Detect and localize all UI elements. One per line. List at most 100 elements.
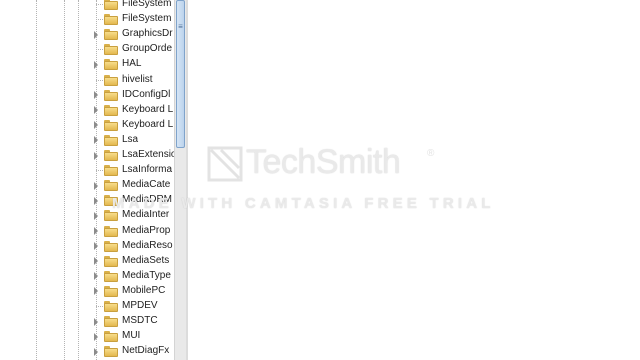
expand-arrow-icon[interactable] <box>93 257 99 266</box>
folder-icon <box>104 331 118 343</box>
folder-icon <box>104 316 118 328</box>
registry-key-label: MPDEV <box>122 300 158 311</box>
folder-icon <box>104 119 118 131</box>
tree-connector <box>96 4 103 5</box>
registry-key-item[interactable]: IDConfigDl <box>0 88 174 103</box>
tree-connector <box>96 19 103 21</box>
expand-arrow-icon[interactable] <box>93 287 99 296</box>
registry-key-label: hivelist <box>122 73 153 85</box>
registry-key-label: Keyboard L <box>122 118 174 130</box>
registry-key-label: LsaExtensio <box>122 149 174 160</box>
registry-key-label: MediaInter <box>122 209 170 221</box>
registry-key-label: MediaDRM <box>122 194 173 206</box>
folder-icon <box>104 150 118 161</box>
folder-icon <box>104 240 118 252</box>
tree-connector <box>96 79 103 81</box>
scrollbar-thumb[interactable]: ≡ <box>176 0 185 148</box>
expand-arrow-icon[interactable] <box>93 91 99 100</box>
registry-key-item[interactable]: MediaProp <box>0 224 174 239</box>
registry-key-item[interactable]: MediaInter <box>0 208 174 223</box>
folder-icon <box>104 285 118 297</box>
expand-arrow-icon[interactable] <box>93 227 99 236</box>
expand-arrow-icon[interactable] <box>93 181 99 190</box>
registry-key-item[interactable]: GroupOrde <box>0 42 174 57</box>
registry-key-label: Lsa <box>122 133 139 145</box>
expand-arrow-icon[interactable] <box>93 151 99 160</box>
registry-key-item[interactable]: Lsa <box>0 133 174 148</box>
expand-arrow-icon[interactable] <box>93 136 99 145</box>
registry-key-item[interactable]: MPDEV <box>0 299 174 314</box>
registry-key-label: MSDTC <box>122 315 158 327</box>
expand-arrow-icon[interactable] <box>93 317 99 326</box>
registry-key-item[interactable]: Keyboard L <box>0 118 174 133</box>
registry-key-item[interactable]: MobilePC <box>0 284 174 299</box>
registry-key-label: GroupOrde <box>122 43 173 55</box>
folder-icon <box>104 59 118 71</box>
expand-arrow-icon[interactable] <box>93 272 99 281</box>
registry-key-item[interactable]: MediaDRM <box>0 193 174 208</box>
folder-icon <box>104 225 118 237</box>
registry-key-item[interactable]: MSDTC <box>0 314 174 329</box>
registry-key-label: Keyboard L <box>122 103 174 115</box>
registry-tree-pane[interactable]: FileSystem FileSystem GraphicsDr GroupOrde H… <box>0 0 174 360</box>
registry-key-item[interactable]: GraphicsDr <box>0 27 174 42</box>
registry-key-label: LsaInforma <box>122 164 173 176</box>
registry-key-label: HAL <box>122 58 142 70</box>
folder-icon <box>104 255 118 267</box>
registry-key-item[interactable]: MediaCate <box>0 178 174 193</box>
folder-icon <box>104 301 118 312</box>
registry-key-item[interactable]: LsaExtensio <box>0 148 174 163</box>
expand-arrow-icon[interactable] <box>93 332 99 341</box>
registry-key-item[interactable]: MediaType <box>0 269 174 284</box>
registry-key-label: MediaSets <box>122 254 170 266</box>
expand-arrow-icon[interactable] <box>93 60 99 69</box>
registry-key-item[interactable]: hivelist <box>0 73 174 88</box>
folder-icon <box>104 44 118 56</box>
registry-key-label: NetDiagFx <box>122 345 170 357</box>
expand-arrow-icon[interactable] <box>93 211 99 220</box>
expand-arrow-icon[interactable] <box>93 30 99 39</box>
registry-key-label: MobilePC <box>122 284 166 296</box>
folder-icon <box>104 165 118 177</box>
expand-arrow-icon[interactable] <box>93 242 99 251</box>
tree-connector <box>96 170 103 172</box>
registry-key-label: GraphicsDr <box>122 28 173 40</box>
expand-arrow-icon[interactable] <box>93 347 99 356</box>
registry-key-item[interactable]: LsaInforma <box>0 163 174 178</box>
folder-icon <box>104 180 118 192</box>
expand-arrow-icon[interactable] <box>93 106 99 115</box>
folder-icon <box>104 134 118 146</box>
folder-icon <box>104 195 118 207</box>
expand-arrow-icon[interactable] <box>93 196 99 205</box>
registry-key-label: FileSystem <box>122 13 172 25</box>
registry-key-label: MediaProp <box>122 224 171 236</box>
folder-icon <box>104 104 118 116</box>
registry-key-item[interactable]: Keyboard L <box>0 103 174 118</box>
registry-values-pane[interactable] <box>188 0 640 360</box>
folder-icon <box>104 29 118 41</box>
scroll-grip-icon: ≡ <box>178 22 183 31</box>
tree-connector <box>96 306 103 307</box>
tree-connector <box>96 49 103 51</box>
registry-key-item[interactable]: FileSystem <box>0 12 174 27</box>
registry-key-label: FileSystem <box>122 0 172 9</box>
registry-key-label: MUI <box>122 330 141 342</box>
registry-key-label: MediaCate <box>122 179 171 191</box>
folder-icon <box>104 270 118 282</box>
registry-key-item[interactable]: NetDiagFx <box>0 344 174 359</box>
expand-arrow-icon[interactable] <box>93 121 99 130</box>
registry-key-label: MediaReso <box>122 239 173 251</box>
folder-icon <box>104 0 118 10</box>
registry-key-item[interactable]: MediaSets <box>0 254 174 269</box>
folder-icon <box>104 14 118 26</box>
folder-icon <box>104 346 118 358</box>
folder-icon <box>104 74 118 86</box>
registry-key-item[interactable]: FileSystem <box>0 0 174 12</box>
folder-icon <box>104 89 118 101</box>
vertical-scrollbar[interactable]: ≡ <box>174 0 186 360</box>
registry-key-item[interactable]: MediaReso <box>0 239 174 254</box>
registry-key-item[interactable]: MUI <box>0 329 174 344</box>
registry-key-item[interactable]: HAL <box>0 57 174 72</box>
folder-icon <box>104 210 118 222</box>
registry-key-label: MediaType <box>122 269 171 281</box>
